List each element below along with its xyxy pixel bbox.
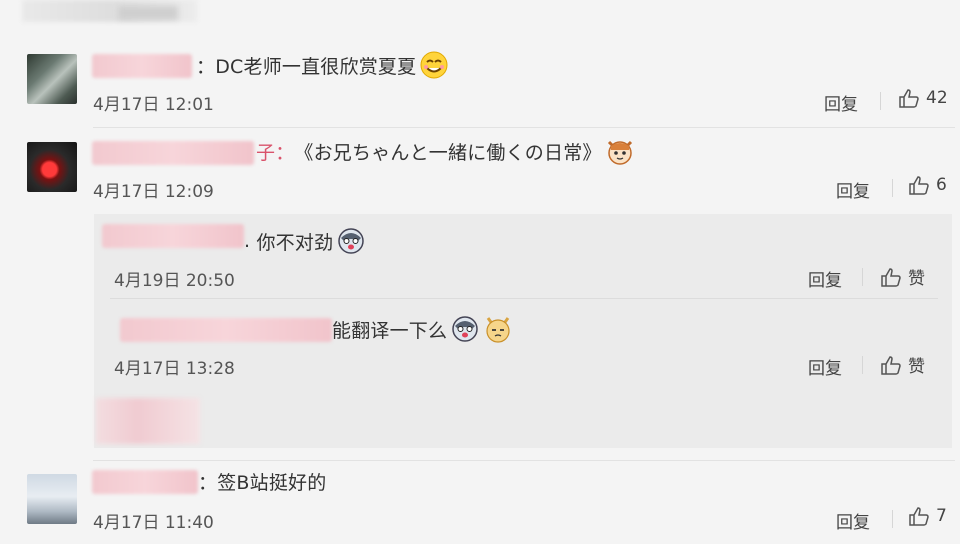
reply-button[interactable]: 回复 [808, 266, 842, 291]
reply-date: 4月17日 13:28 [114, 359, 235, 379]
reply-button[interactable]: 回复 [808, 354, 842, 379]
reply-date: 4月19日 20:50 [114, 271, 235, 291]
divider [862, 268, 863, 286]
reply-button[interactable]: 回复 [836, 508, 870, 533]
previous-comment-remnant [0, 0, 960, 26]
divider [892, 510, 893, 528]
comment-divider [93, 127, 955, 128]
redacted-username[interactable] [92, 141, 254, 165]
thumbs-up-icon [909, 507, 929, 526]
comment-text: 签B站挺好的 [217, 471, 327, 494]
like-button[interactable]: 7 [908, 506, 947, 526]
comment-divider [93, 460, 955, 461]
cat-emoji-icon [607, 140, 632, 165]
like-button[interactable]: 42 [898, 88, 948, 108]
avatar[interactable] [27, 142, 77, 192]
comment-date: 4月17日 12:01 [93, 95, 214, 115]
reply-text: 你不对劲 [256, 231, 334, 254]
comment-date: 4月17日 12:09 [93, 182, 214, 202]
reply-text-row: . 你不对劲 [244, 226, 366, 256]
husky-emoji-icon [338, 228, 365, 254]
thumbs-up-icon [899, 89, 919, 108]
divider [880, 92, 881, 110]
avatar[interactable] [27, 474, 77, 524]
husky-emoji-icon [452, 316, 478, 342]
avatar[interactable] [27, 54, 77, 104]
like-label: 赞 [908, 269, 925, 289]
redacted-username[interactable] [102, 224, 244, 248]
thumbs-up-icon [909, 176, 929, 195]
comment-date: 4月17日 11:40 [93, 513, 214, 533]
comment-text-row: ： 签B站挺好的 [198, 466, 326, 496]
blurred-text [118, 6, 178, 20]
divider [892, 179, 893, 197]
like-count: 6 [936, 175, 947, 195]
like-button[interactable]: 赞 [880, 352, 925, 377]
divider [862, 356, 863, 374]
reply-text: 能翻译一下么 [332, 319, 448, 342]
comment-text-row: ： DC老师一直很欣赏夏夏 [196, 50, 449, 80]
thumbs-up-icon [881, 355, 901, 375]
like-button[interactable]: 6 [908, 175, 947, 195]
like-button[interactable]: 赞 [880, 264, 925, 289]
like-count: 7 [936, 506, 947, 526]
username-suffix[interactable]: 子： [256, 138, 294, 165]
redacted-username[interactable] [120, 318, 332, 342]
redacted-more-replies-link[interactable] [96, 398, 200, 444]
reply-button[interactable]: 回复 [824, 90, 858, 115]
reply-divider [110, 298, 938, 299]
redacted-username[interactable] [92, 54, 192, 78]
comment-text-row: 子： 《お兄ちゃんと一緒に働くの日常》 [256, 136, 635, 166]
comment-text: DC老师一直很欣赏夏夏 [215, 55, 417, 78]
redacted-username[interactable] [92, 470, 198, 494]
doge-emoji-icon [486, 317, 510, 343]
smile-emoji-icon [420, 51, 448, 79]
like-count: 42 [926, 88, 948, 108]
reply-button[interactable]: 回复 [836, 177, 870, 202]
like-label: 赞 [908, 357, 925, 377]
reply-text-row: 能翻译一下么 [332, 314, 513, 344]
thumbs-up-icon [881, 267, 901, 287]
comment-text: 《お兄ちゃんと一緒に働くの日常》 [294, 141, 602, 164]
